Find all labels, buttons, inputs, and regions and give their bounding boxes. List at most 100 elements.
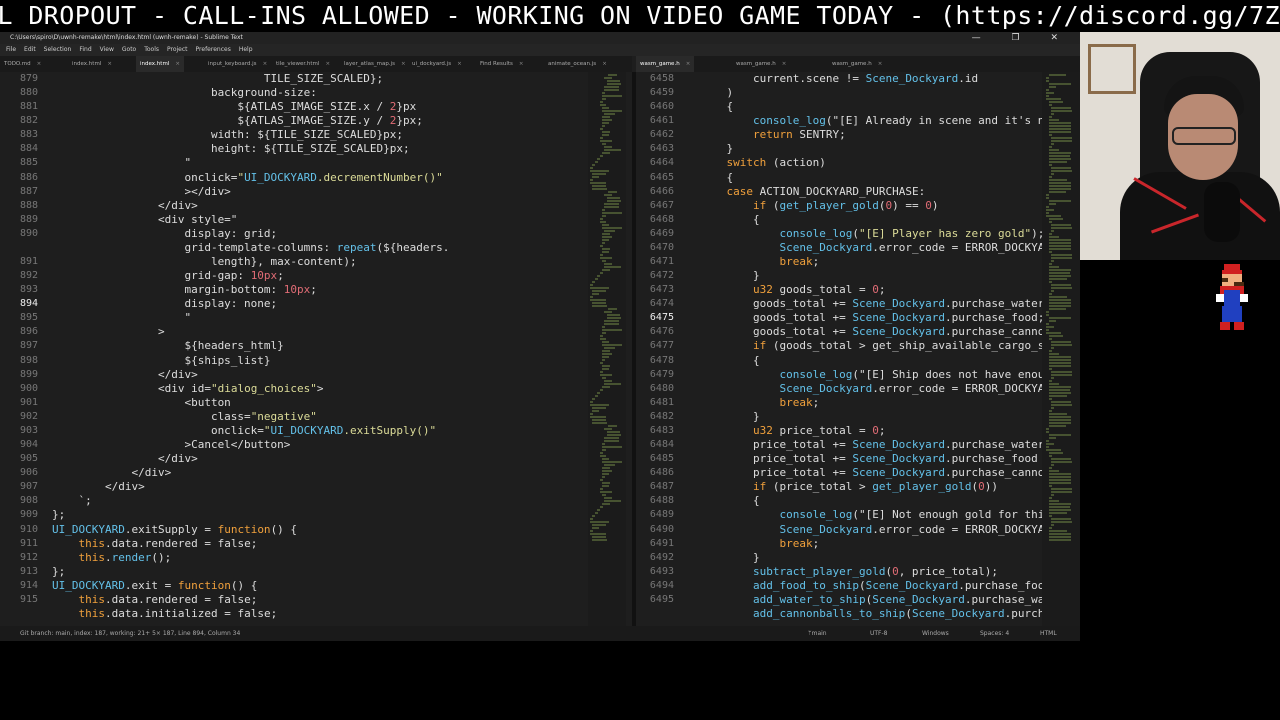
code-line[interactable]: price_total += Scene_Dockyard.purchase_c… <box>700 466 1051 480</box>
minimap[interactable] <box>588 72 626 626</box>
editor-tab[interactable]: wasm_game.h × <box>828 56 886 72</box>
code-line[interactable]: ) <box>700 86 1051 100</box>
menu-item-file[interactable]: File <box>6 46 16 53</box>
code-line[interactable]: } <box>700 269 1051 283</box>
close-icon[interactable]: × <box>457 61 462 67</box>
code-line[interactable]: } <box>700 410 1051 424</box>
line-endings[interactable]: Windows <box>922 626 949 641</box>
code-line[interactable]: > <box>52 325 449 339</box>
code-line[interactable]: break; <box>700 396 1051 410</box>
code-line[interactable]: length}, max-content); <box>52 255 449 269</box>
code-line[interactable]: goods_total += Scene_Dockyard.purchase_f… <box>700 311 1051 325</box>
code-line[interactable]: this.data.initialized = false; <box>52 607 449 621</box>
close-icon[interactable]: × <box>401 61 406 67</box>
minimap[interactable] <box>1042 72 1080 626</box>
right-editor-pane[interactable]: 6458 6459 6460 6461 6462 6463 6464 6465 6466 6467… <box>636 72 1080 626</box>
code-line[interactable]: </div> <box>52 199 449 213</box>
editor-tab[interactable]: Find Results × <box>476 56 528 72</box>
code-line[interactable]: console_log("[E] Ship does not have enou… <box>700 368 1051 382</box>
code-line[interactable]: margin-bottom: 10px; <box>52 283 449 297</box>
code-line[interactable]: Scene_Dockyard.error_code = ERROR_DOCKYA… <box>700 382 1051 396</box>
code-line[interactable]: current.scene != Scene_Dockyard.id <box>700 72 1051 86</box>
close-icon[interactable]: × <box>519 61 524 67</box>
editor-tab[interactable]: ui_dockyard.js × <box>408 56 466 72</box>
close-icon[interactable]: × <box>175 61 180 67</box>
editor-tab[interactable]: index.html × <box>68 56 116 72</box>
code-line[interactable]: </div> <box>52 452 449 466</box>
code-line[interactable]: switch (action) <box>700 156 1051 170</box>
code-line[interactable]: this.data.rendered = false; <box>52 593 449 607</box>
code-line[interactable]: this.data.rendered = false; <box>52 537 449 551</box>
code-line[interactable]: u32 price_total = 0; <box>700 424 1051 438</box>
code-line[interactable]: add_cannonballs_to_ship(Scene_Dockyard.p… <box>700 607 1051 621</box>
code-text[interactable]: TILE_SIZE_SCALED}; background-size: ${AT… <box>52 72 449 621</box>
code-line[interactable]: { <box>700 100 1051 114</box>
code-line[interactable]: if (price_total > get_player_gold(0)) <box>700 480 1051 494</box>
menu-item-tools[interactable]: Tools <box>144 46 159 53</box>
code-line[interactable]: ></div> <box>52 185 449 199</box>
code-line[interactable]: add_food_to_ship(Scene_Dockyard.purchase… <box>700 579 1051 593</box>
code-line[interactable]: { <box>700 171 1051 185</box>
code-line[interactable]: break; <box>700 255 1051 269</box>
close-icon[interactable]: × <box>107 61 112 67</box>
code-line[interactable]: </div> <box>52 368 449 382</box>
menu-item-edit[interactable]: Edit <box>24 46 36 53</box>
code-line[interactable]: <div id="dialog_choices"> <box>52 382 449 396</box>
code-line[interactable]: Scene_Dockyard.error_code = ERROR_DOCKYA… <box>700 523 1051 537</box>
code-line[interactable]: this.render(); <box>52 551 449 565</box>
code-line[interactable]: if (goods_total > get_ship_available_car… <box>700 339 1051 353</box>
code-line[interactable]: } <box>700 142 1051 156</box>
syntax[interactable]: HTML <box>1040 626 1057 641</box>
code-line[interactable]: price_total += Scene_Dockyard.purchase_f… <box>700 452 1051 466</box>
close-icon[interactable]: × <box>878 61 883 67</box>
code-line[interactable]: }; <box>52 508 449 522</box>
code-line[interactable]: if (get_player_gold(0) == 0) <box>700 199 1051 213</box>
code-line[interactable]: height: ${TILE_SIZE_SCALED}px; <box>52 142 449 156</box>
code-line[interactable]: <button <box>52 396 449 410</box>
code-line[interactable]: " <box>52 311 449 325</box>
code-line[interactable]: console_log("[E] Not enough gold for thi <box>700 508 1051 522</box>
code-line[interactable]: ${ATLAS_IMAGE_SIZE.y / 2}px; <box>52 114 449 128</box>
code-line[interactable]: </div> <box>52 480 449 494</box>
code-line[interactable]: }; <box>52 565 449 579</box>
code-line[interactable]: ${ships_list} <box>52 354 449 368</box>
close-icon[interactable]: × <box>602 61 607 67</box>
code-line[interactable]: grid-gap: 10px; <box>52 269 449 283</box>
code-line[interactable]: class="negative" <box>52 410 449 424</box>
code-line[interactable]: onclick="UI_DOCKYARD.exitSupply()" <box>52 424 449 438</box>
editor-tab[interactable]: wasm_game.h × <box>732 56 790 72</box>
editor-tab[interactable]: tile_viewer.html × <box>272 56 334 72</box>
code-line[interactable]: price_total += Scene_Dockyard.purchase_w… <box>700 438 1051 452</box>
left-editor-pane[interactable]: 879 880 881 882 883 884 885 886 887 888 889 890 891 8… <box>0 72 632 626</box>
editor-tab[interactable]: input_keyboard.js × <box>204 56 271 72</box>
code-line[interactable]: width: ${TILE_SIZE_SCALED}px; <box>52 128 449 142</box>
window-controls[interactable]: — ❐ ✕ <box>972 32 1072 44</box>
code-line[interactable]: grid-template-columns: repeat(${headers. <box>52 241 449 255</box>
menu-item-view[interactable]: View <box>100 46 114 53</box>
menu-item-find[interactable]: Find <box>79 46 91 53</box>
code-line[interactable]: } <box>700 551 1051 565</box>
menu-item-project[interactable]: Project <box>167 46 188 53</box>
menu-item-help[interactable]: Help <box>239 46 253 53</box>
code-line[interactable]: UI_DOCKYARD.exitSupply = function() { <box>52 523 449 537</box>
code-line[interactable]: TILE_SIZE_SCALED}; <box>52 72 449 86</box>
code-line[interactable]: { <box>700 494 1051 508</box>
code-line[interactable]: add_water_to_ship(Scene_Dockyard.purchas… <box>700 593 1051 607</box>
branch-indicator[interactable]: ᛘ main <box>808 626 827 641</box>
code-line[interactable]: " <box>52 156 449 170</box>
indentation[interactable]: Spaces: 4 <box>980 626 1009 641</box>
code-line[interactable]: display: none; <box>52 297 449 311</box>
code-line[interactable]: ${headers_html} <box>52 339 449 353</box>
code-line[interactable]: console_log("[E] Already in scene and it… <box>700 114 1051 128</box>
code-line[interactable]: onclick="UI_DOCKYARD.decrementNumber()" <box>52 171 449 185</box>
code-line[interactable]: return SENTRY; <box>700 128 1051 142</box>
editor-tab[interactable]: TODO.md × <box>0 56 45 72</box>
encoding[interactable]: UTF-8 <box>870 626 888 641</box>
close-icon[interactable]: × <box>325 61 330 67</box>
code-line[interactable]: >Cancel</button> <box>52 438 449 452</box>
code-line[interactable]: break; <box>700 537 1051 551</box>
code-line[interactable]: <div style=" <box>52 213 449 227</box>
code-line[interactable]: background-size: <box>52 86 449 100</box>
code-line[interactable]: </div> <box>52 466 449 480</box>
close-icon[interactable]: × <box>37 61 42 67</box>
